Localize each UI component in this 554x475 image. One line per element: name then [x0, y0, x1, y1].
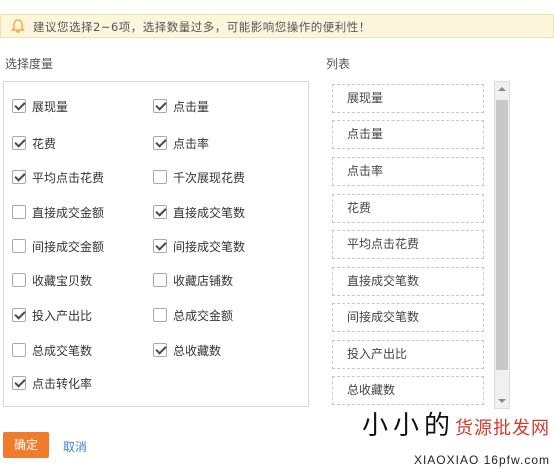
list-item[interactable]: 点击率: [332, 157, 484, 186]
scroll-up-arrow-icon[interactable]: [495, 82, 509, 96]
metric-label: 千次展现花费: [173, 170, 246, 185]
metric-label: 总成交金额: [173, 308, 234, 323]
metric-label: 点击转化率: [32, 376, 93, 391]
metric-label: 展现量: [32, 99, 69, 114]
metric-option[interactable]: 间接成交金额: [12, 237, 104, 255]
list-item[interactable]: 总收藏数: [332, 376, 484, 405]
metric-label: 总成交笔数: [32, 343, 93, 358]
metric-option[interactable]: 总成交金额: [153, 306, 233, 324]
list-item[interactable]: 投入产出比: [332, 340, 484, 369]
metric-label: 花费: [32, 136, 57, 151]
metric-label: 间接成交金额: [32, 239, 105, 254]
metric-option[interactable]: 点击率: [153, 134, 209, 152]
checkbox[interactable]: [153, 205, 167, 219]
watermark-cn: 小小的货源批发网: [362, 405, 550, 442]
metric-option[interactable]: 直接成交金额: [12, 203, 104, 221]
confirm-button[interactable]: 确定: [3, 432, 49, 458]
metric-option[interactable]: 直接成交笔数: [153, 203, 245, 221]
watermark-cn-black: 小小的: [361, 411, 455, 441]
checkbox[interactable]: [12, 343, 26, 357]
metric-option[interactable]: 千次展现花费: [153, 168, 245, 186]
metric-option[interactable]: 间接成交笔数: [153, 237, 245, 255]
list-title: 列表: [326, 57, 351, 71]
list-scrollbar[interactable]: [494, 81, 510, 409]
checkbox[interactable]: [12, 376, 26, 390]
notice-text: 建议您选择2~6项，选择数量过多，可能影响您操作的便利性！: [33, 20, 371, 34]
metric-label: 点击量: [173, 99, 210, 114]
checkbox[interactable]: [153, 170, 167, 184]
metric-option[interactable]: 投入产出比: [12, 306, 92, 324]
watermark: 小小的货源批发网 XIAOXIAO 16pfw.com: [362, 405, 550, 467]
metric-label: 投入产出比: [32, 308, 93, 323]
metric-option[interactable]: 总收藏数: [153, 341, 221, 359]
checkbox[interactable]: [153, 136, 167, 150]
watermark-en: XIAOXIAO 16pfw.com: [413, 453, 550, 467]
metric-label: 总收藏数: [173, 343, 222, 358]
list-item[interactable]: 花费: [332, 194, 484, 223]
checkbox[interactable]: [153, 273, 167, 287]
list-item[interactable]: 平均点击花费: [332, 230, 484, 259]
metric-option[interactable]: 总成交笔数: [12, 341, 92, 359]
list-item[interactable]: 直接成交笔数: [332, 267, 484, 296]
checkbox[interactable]: [12, 239, 26, 253]
metric-option[interactable]: 花费: [12, 134, 56, 152]
metric-label: 间接成交笔数: [173, 239, 246, 254]
checkbox[interactable]: [153, 239, 167, 253]
metrics-title: 选择度量: [5, 57, 54, 71]
metric-label: 收藏店铺数: [173, 273, 234, 288]
list-item[interactable]: 间接成交笔数: [332, 303, 484, 332]
checkbox[interactable]: [12, 273, 26, 287]
list-item[interactable]: 展现量: [332, 84, 484, 113]
metric-option[interactable]: 展现量: [12, 97, 68, 115]
metric-option[interactable]: 点击量: [153, 97, 209, 115]
checkbox[interactable]: [12, 308, 26, 322]
selected-list: 展现量 点击量 点击率 花费 平均点击花费 直接成交笔数 间接成交笔数 投入产出…: [330, 81, 510, 409]
scroll-thumb[interactable]: [496, 100, 508, 370]
checkbox[interactable]: [153, 308, 167, 322]
checkbox[interactable]: [153, 343, 167, 357]
metric-label: 直接成交笔数: [173, 205, 246, 220]
cancel-link[interactable]: 取消: [63, 438, 87, 455]
metric-label: 直接成交金额: [32, 205, 105, 220]
metric-label: 收藏宝贝数: [32, 273, 93, 288]
notice-banner: 建议您选择2~6项，选择数量过多，可能影响您操作的便利性！: [0, 14, 554, 38]
list-item[interactable]: 点击量: [332, 120, 484, 149]
checkbox[interactable]: [12, 170, 26, 184]
checkbox[interactable]: [153, 99, 167, 113]
watermark-cn-red: 货源批发网: [455, 418, 550, 439]
bell-icon: [11, 19, 25, 33]
checkbox[interactable]: [12, 136, 26, 150]
metric-label: 平均点击花费: [32, 170, 105, 185]
checkbox[interactable]: [12, 205, 26, 219]
metric-option[interactable]: 点击转化率: [12, 374, 92, 392]
metric-option[interactable]: 平均点击花费: [12, 168, 104, 186]
metric-option[interactable]: 收藏宝贝数: [12, 271, 92, 289]
metrics-panel: 展现量 点击量 花费 点击率 平均点击花费 千次展现花费 直接成交金额 直接成交…: [3, 81, 309, 407]
metric-option[interactable]: 收藏店铺数: [153, 271, 233, 289]
metric-label: 点击率: [173, 136, 210, 151]
checkbox[interactable]: [12, 99, 26, 113]
